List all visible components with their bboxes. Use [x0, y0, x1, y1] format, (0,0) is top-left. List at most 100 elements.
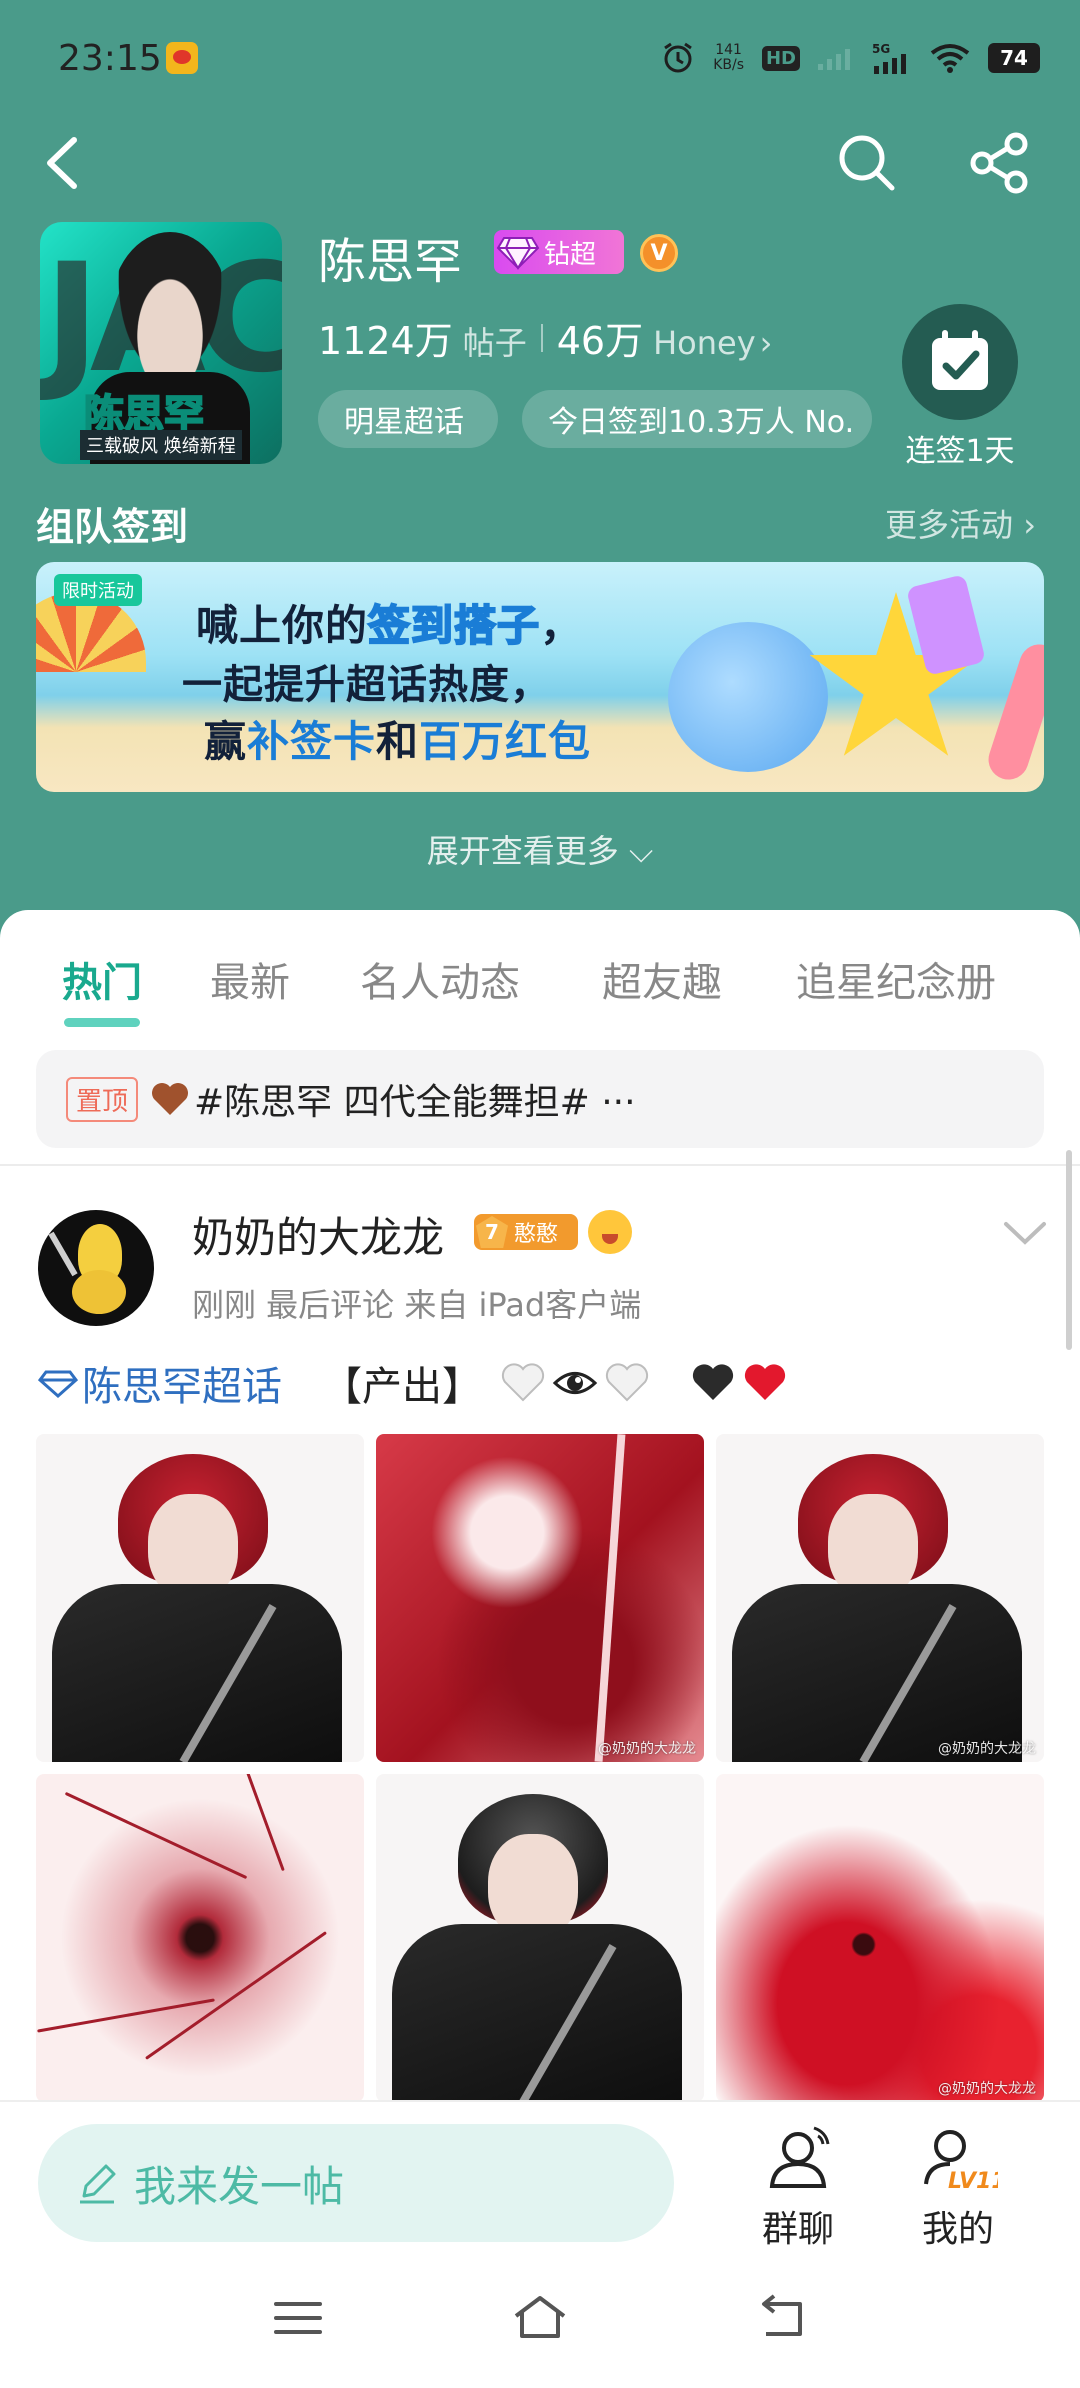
- topic-stats: 1124万 帖子 46万 Honey ›: [318, 310, 772, 365]
- weibo-notification-icon: [166, 42, 198, 74]
- honey-count[interactable]: 46万: [557, 310, 643, 365]
- image-watermark: @奶奶的大龙龙: [598, 1741, 696, 1757]
- fan-level-badge: 7 憨憨: [474, 1214, 578, 1250]
- brown-heart-icon: [152, 1083, 189, 1115]
- posts-label: 帖子: [462, 324, 527, 362]
- pencil-icon: [80, 2164, 116, 2204]
- network-speed: 141 KB/s: [713, 43, 744, 73]
- post-image-3[interactable]: @奶奶的大龙龙: [716, 1434, 1044, 1762]
- wifi-icon: [930, 43, 970, 73]
- banner-line-1: 喊上你的签到搭子，: [196, 592, 583, 653]
- post-image-1[interactable]: [36, 1434, 364, 1762]
- checkin-button[interactable]: [902, 304, 1018, 420]
- chevron-down-icon: ⌵: [628, 832, 654, 870]
- checkin-rank-chip[interactable]: 今日签到10.3万人 No.: [522, 390, 872, 448]
- verified-icon: V: [640, 234, 678, 272]
- tab-hot[interactable]: 热门: [62, 950, 142, 1008]
- elephant-mascot-illustration: [668, 622, 828, 772]
- group-chat-label: 群聊: [761, 2209, 834, 2250]
- post-author-name[interactable]: 奶奶的大龙龙: [192, 1204, 444, 1265]
- team-checkin-banner[interactable]: 限时活动 喊上你的签到搭子， 一起提升超话热度， 赢补签卡和百万红包: [36, 562, 1044, 792]
- net-speed-unit: KB/s: [713, 57, 744, 73]
- post-text: 【产出】: [322, 1364, 482, 1410]
- topic-link[interactable]: 陈思罕超话: [38, 1354, 282, 1412]
- feed-panel: 热门 最新 名人动态 超友趣 追星纪念册 置顶 #陈思罕 四代全能舞担# ···…: [0, 910, 1080, 2110]
- banner-text: 喊上你的: [196, 601, 369, 650]
- topic-header: 23:15 141 KB/s HD 5G 74 陈思罕 三载破风 焕绮新程 陈思…: [0, 0, 1080, 940]
- white-heart-icon: [605, 1363, 649, 1402]
- banner-highlight: 签到搭子: [367, 600, 541, 651]
- chevron-right-icon[interactable]: ›: [760, 324, 773, 362]
- post-image-5[interactable]: [376, 1774, 704, 2102]
- fan-level-number: 7: [476, 1216, 508, 1248]
- image-vein: [145, 1931, 327, 2060]
- surfboard-illustration: [983, 639, 1044, 785]
- banner-line-3: 赢补签卡和百万红包: [204, 708, 591, 769]
- post-menu-chevron-icon[interactable]: [1000, 1216, 1050, 1250]
- team-checkin-title: 组队签到: [36, 505, 189, 549]
- more-activities-link[interactable]: 更多活动 ›: [885, 500, 1036, 546]
- home-nav-icon[interactable]: [510, 2292, 570, 2344]
- post-meta: 刚刚 最后评论 来自 iPad客户端: [192, 1286, 642, 1324]
- black-heart-icon: [692, 1364, 734, 1400]
- topic-cover-image[interactable]: JACK 陈思罕 三载破风 焕绮新程: [40, 222, 282, 464]
- post-body: 陈思罕超话 【产出】: [38, 1354, 788, 1412]
- tab-fun[interactable]: 超友趣: [602, 950, 722, 1008]
- banner-text: ，: [540, 601, 584, 650]
- compose-placeholder: 我来发一帖: [134, 2161, 345, 2211]
- pinned-post[interactable]: 置顶 #陈思罕 四代全能舞担# ···: [36, 1050, 1044, 1148]
- emoji-face-icon: [588, 1210, 632, 1254]
- section-divider: [0, 1164, 1080, 1166]
- eye-icon: [552, 1372, 598, 1394]
- pinned-tag: 置顶: [66, 1076, 139, 1122]
- diamond-topic-icon: [38, 1370, 78, 1398]
- svg-text:5G: 5G: [872, 42, 890, 56]
- signal-weak-icon: [818, 46, 854, 70]
- share-button[interactable]: [964, 128, 1034, 198]
- diamond-super-badge[interactable]: 钻超: [494, 230, 624, 274]
- calendar-check-icon: [932, 330, 988, 390]
- me-level-text: LV11: [948, 2169, 998, 2194]
- search-button[interactable]: [832, 128, 902, 198]
- tab-latest[interactable]: 最新: [210, 950, 290, 1008]
- back-button[interactable]: [36, 128, 96, 198]
- topic-link-label: 陈思罕超话: [82, 1364, 282, 1410]
- expand-more-label: 展开查看更多: [426, 832, 619, 870]
- honey-label[interactable]: Honey: [653, 324, 756, 362]
- scrollbar[interactable]: [1066, 1150, 1072, 1350]
- image-watermark: @奶奶的大龙龙: [938, 1741, 1036, 1757]
- diamond-icon: [496, 237, 540, 270]
- me-button[interactable]: LV11 我的: [898, 2122, 1018, 2252]
- status-bar: 23:15 141 KB/s HD 5G 74: [0, 0, 1080, 120]
- post-image-4[interactable]: [36, 1774, 364, 2102]
- topic-name: 陈思罕: [318, 234, 463, 290]
- tab-celebrity[interactable]: 名人动态: [360, 950, 520, 1008]
- red-heart-icon: [744, 1364, 786, 1400]
- banner-line-2: 一起提升超话热度，: [182, 662, 551, 708]
- expand-more-button[interactable]: 展开查看更多 ⌵: [0, 826, 1080, 872]
- banner-highlight: 补签卡: [247, 717, 377, 766]
- post-image-grid: @奶奶的大龙龙 @奶奶的大龙龙 @奶奶的大龙龙: [36, 1434, 1044, 2102]
- stats-divider: [540, 323, 543, 352]
- menu-nav-icon[interactable]: [268, 2292, 328, 2344]
- back-nav-icon[interactable]: [752, 2292, 812, 2344]
- image-watermark: @奶奶的大龙龙: [938, 2081, 1036, 2097]
- group-chat-button[interactable]: 群聊: [738, 2122, 858, 2252]
- post-image-6[interactable]: @奶奶的大龙龙: [716, 1774, 1044, 2102]
- compose-post-button[interactable]: 我来发一帖: [38, 2124, 674, 2242]
- avatar[interactable]: [38, 1210, 154, 1326]
- banner-highlight: 百万红包: [419, 717, 592, 766]
- white-heart-icon: [501, 1363, 545, 1402]
- checkin-streak-label: 连签1天: [905, 434, 1015, 469]
- diamond-badge-label: 钻超: [544, 239, 597, 270]
- group-chat-icon: [769, 2126, 830, 2188]
- tab-memorial[interactable]: 追星纪念册: [796, 950, 996, 1008]
- status-icons: 141 KB/s HD 5G 74: [661, 38, 1040, 78]
- bottom-action-bar: 我来发一帖 群聊 LV11 我的: [0, 2100, 1080, 2250]
- banner-text: 赢: [204, 717, 248, 766]
- star-topic-chip[interactable]: 明星超话: [318, 390, 498, 448]
- image-vein: [227, 1774, 285, 1872]
- post-image-2[interactable]: @奶奶的大龙龙: [376, 1434, 704, 1762]
- profile-level-icon: LV11: [924, 2130, 998, 2194]
- avatar-knife: [48, 1231, 78, 1277]
